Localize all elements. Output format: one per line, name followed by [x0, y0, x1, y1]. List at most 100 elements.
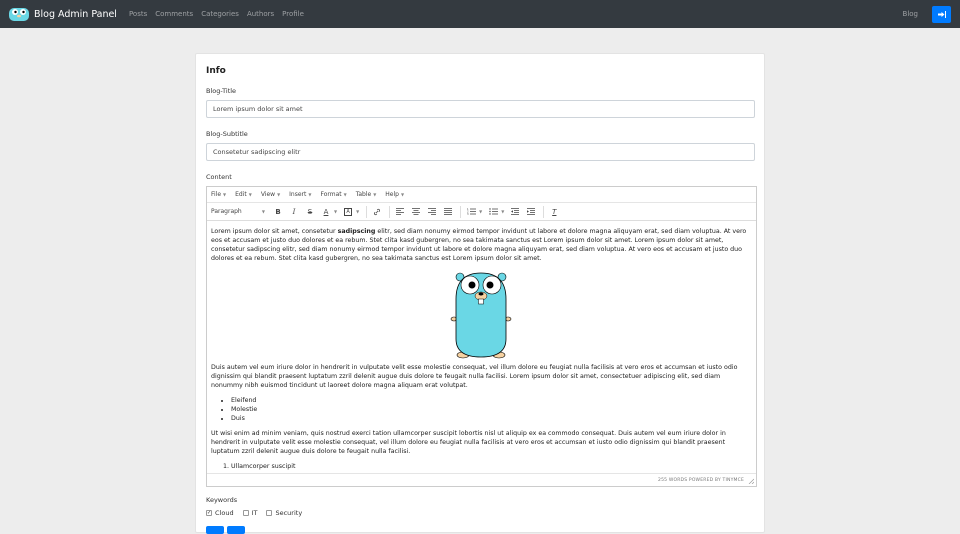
chevron-down-icon: ▼ — [308, 192, 312, 197]
gopher-image — [450, 272, 512, 359]
text-color-icon: A — [323, 207, 329, 216]
nav-link-categories[interactable]: Categories — [201, 10, 239, 18]
numbered-list-icon: 123 — [464, 205, 478, 218]
rich-text-editor: File ▼ Edit ▼ View ▼ Insert ▼ Format ▼ Table ▼… — [206, 186, 757, 487]
text-color-split[interactable]: A ▼ — [319, 205, 339, 218]
strikethrough-icon[interactable]: S — [303, 205, 317, 218]
align-center-icon[interactable] — [409, 205, 423, 218]
navbar: Blog Admin Panel Posts Comments Categori… — [0, 0, 960, 28]
keyword-it[interactable]: IT — [242, 509, 257, 517]
align-left-svg — [396, 208, 405, 215]
toolbar-divider — [543, 205, 545, 218]
editor-content[interactable]: Lorem ipsum dolor sit amet, consetetur s… — [211, 227, 751, 471]
word-count: 255 WORDS POWERED BY TINYMCE — [658, 477, 744, 483]
bullet-list: Eleifend Molestie Duis — [231, 396, 751, 423]
gopher-logo-icon — [9, 8, 29, 21]
chevron-down-icon: ▼ — [248, 192, 252, 197]
menu-insert[interactable]: Insert ▼ — [289, 191, 311, 198]
keywords-label: Keywords — [206, 496, 238, 504]
outdent-icon[interactable] — [508, 205, 522, 218]
background-color-split[interactable]: A ▼ — [341, 205, 361, 218]
blog-title-input[interactable]: Lorem ipsum dolor sit amet — [206, 100, 755, 118]
chevron-down-icon: ▼ — [343, 192, 347, 197]
bold-text: sadipscing — [337, 228, 376, 235]
bold-icon[interactable]: B — [271, 205, 285, 218]
logout-button[interactable] — [932, 5, 951, 23]
numbered-list-svg: 123 — [467, 208, 476, 215]
menu-help[interactable]: Help ▼ — [385, 191, 404, 198]
numbered-list: Ullamcorper suscipit — [231, 462, 751, 471]
toolbar-divider — [460, 205, 462, 218]
list-item: Eleifend — [231, 396, 751, 405]
save-button[interactable] — [206, 526, 224, 534]
list-item: Ullamcorper suscipit — [231, 462, 751, 471]
list-item: Molestie — [231, 405, 751, 414]
checkbox-icon[interactable] — [242, 510, 249, 516]
brand[interactable]: Blog Admin Panel — [8, 0, 117, 28]
indent-icon[interactable] — [524, 205, 538, 218]
blog-title-label: Blog-Title — [206, 87, 237, 95]
menu-format[interactable]: Format ▼ — [320, 191, 346, 198]
highlight-icon: A — [344, 207, 352, 216]
chevron-down-icon: ▼ — [277, 192, 281, 197]
content-label: Content — [206, 173, 232, 181]
nav-link-posts[interactable]: Posts — [129, 10, 147, 18]
toolbar-divider — [389, 205, 391, 218]
action-button[interactable] — [227, 526, 245, 534]
svg-text:3: 3 — [467, 212, 469, 215]
numbered-list-split[interactable]: 1 2 3 ▼ — [464, 205, 484, 218]
align-center-svg — [412, 208, 421, 215]
align-justify-icon[interactable] — [441, 205, 455, 218]
menu-view[interactable]: View ▼ — [261, 191, 280, 198]
bullet-list-svg — [489, 208, 498, 215]
checkbox-checked-icon[interactable]: ✓ — [206, 510, 212, 516]
paragraph-3: Ut wisi enim ad minim veniam, quis nostr… — [211, 430, 726, 455]
align-right-icon[interactable] — [425, 205, 439, 218]
resize-handle-icon[interactable] — [748, 478, 754, 484]
editor-menubar: File ▼ Edit ▼ View ▼ Insert ▼ Format ▼ Table ▼… — [207, 187, 756, 203]
chevron-down-icon: ▼ — [356, 209, 360, 214]
block-format-select[interactable]: Paragraph ▼ — [211, 206, 267, 218]
nav-link-authors[interactable]: Authors — [247, 10, 274, 18]
bullet-list-split[interactable]: ▼ — [486, 205, 506, 218]
align-justify-svg — [444, 208, 453, 215]
chevron-down-icon: ▼ — [479, 209, 483, 214]
menu-edit[interactable]: Edit ▼ — [235, 191, 252, 198]
align-left-icon[interactable] — [393, 205, 407, 218]
chevron-down-icon: ▼ — [373, 192, 377, 197]
menu-table[interactable]: Table ▼ — [356, 191, 377, 198]
chevron-down-icon: ▼ — [400, 192, 405, 197]
bullet-list-icon — [486, 205, 500, 218]
chevron-down-icon: ▼ — [501, 209, 505, 214]
nav-link-comments[interactable]: Comments — [155, 10, 193, 18]
clear-formatting-icon[interactable]: T — [547, 205, 561, 218]
toolbar-divider — [366, 205, 368, 218]
keywords-checkboxes: ✓ Cloud IT Security — [206, 509, 311, 517]
editor-toolbar: Paragraph ▼ B I S A ▼ A ▼ 1 2 3 ▼ ▼ T — [207, 203, 756, 221]
info-card: Info Blog-Title Lorem ipsum dolor sit am… — [195, 53, 765, 534]
paragraph-1: Lorem ipsum dolor sit amet, consetetur s… — [211, 228, 747, 262]
blog-subtitle-label: Blog-Subtitle — [206, 130, 248, 138]
italic-icon[interactable]: I — [287, 205, 301, 218]
link-icon[interactable] — [370, 205, 384, 218]
sign-out-icon — [937, 10, 946, 18]
link-icon-svg — [374, 208, 381, 215]
chevron-down-icon: ▼ — [334, 209, 338, 214]
menu-file[interactable]: File ▼ — [211, 191, 226, 198]
checkbox-icon[interactable] — [266, 510, 273, 516]
paragraph-2: Duis autem vel eum iriure dolor in hendr… — [211, 364, 738, 389]
editor-statusbar: 255 WORDS POWERED BY TINYMCE — [207, 473, 756, 486]
chevron-down-icon: ▼ — [223, 192, 227, 197]
list-item: Duis — [231, 414, 751, 423]
outdent-svg — [511, 208, 520, 215]
brand-name: Blog Admin Panel — [34, 8, 117, 20]
blog-subtitle-input[interactable]: Consetetur sadipscing elitr — [206, 143, 755, 161]
chevron-down-icon: ▼ — [261, 209, 265, 214]
nav-link-profile[interactable]: Profile — [282, 10, 304, 18]
nav-link-blog[interactable]: Blog — [903, 10, 918, 18]
align-right-svg — [428, 208, 437, 215]
keyword-cloud[interactable]: ✓ Cloud — [206, 509, 234, 517]
keyword-security[interactable]: Security — [266, 509, 302, 517]
card-title: Info — [206, 66, 226, 76]
indent-svg — [527, 208, 536, 215]
